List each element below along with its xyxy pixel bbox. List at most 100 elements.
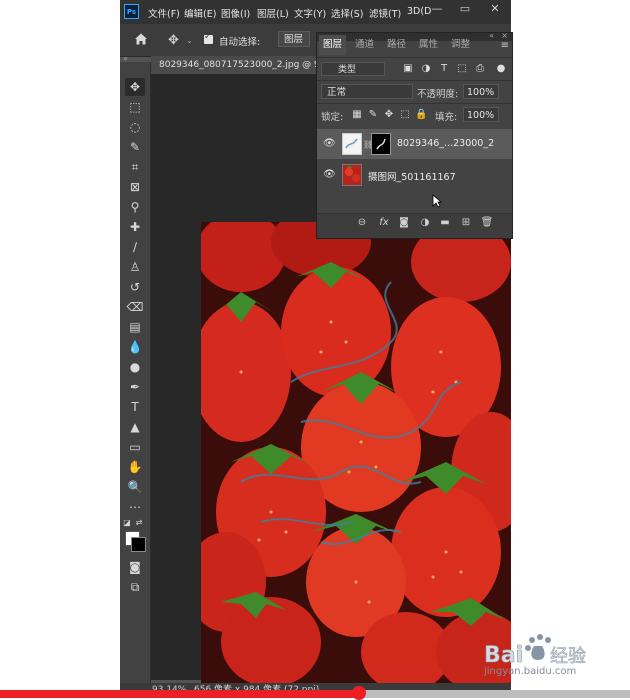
lock-position-icon[interactable]: ✥ — [383, 109, 395, 121]
group-icon[interactable]: ▬ — [438, 217, 452, 228]
type-filter-icon[interactable]: T — [438, 63, 450, 75]
quick-select-icon[interactable]: ✎ — [125, 138, 145, 156]
tab-adjustments[interactable]: 调整 — [451, 35, 470, 55]
gradient-icon[interactable]: ▤ — [125, 318, 145, 336]
history-brush-icon[interactable]: ↺ — [125, 278, 145, 296]
hand-icon[interactable]: ✋ — [125, 458, 145, 476]
layer-thumbnail — [342, 164, 362, 186]
fill-input[interactable]: 100% — [463, 107, 499, 122]
document-tab[interactable]: 8029346_080717523000_2.jpg @ 93 — [151, 56, 319, 74]
filter-row: ⚲ 类型 ▣ ◑ T ⬚ ⎙ ● — [317, 57, 512, 80]
menu-bar: Ps 文件(F) 编辑(E) 图像(I) 图层(L) 文字(Y) 选择(S) 滤… — [120, 0, 511, 24]
move-tool-icon[interactable]: ✥ — [168, 33, 179, 48]
adjustment-icon[interactable]: ◑ — [418, 217, 432, 228]
chevron-down-icon[interactable]: ⌄ — [186, 36, 193, 45]
brush-icon[interactable]: ∕ — [125, 238, 145, 256]
swap-colors-icon[interactable]: ⇄ — [134, 514, 144, 532]
background-color-swatch[interactable] — [131, 537, 146, 552]
fill-label: 填充: — [435, 112, 458, 123]
menu-layer[interactable]: 图层(L) — [257, 6, 289, 20]
lock-label: 锁定: — [321, 112, 344, 123]
pixel-filter-icon[interactable]: ▣ — [402, 63, 414, 75]
lock-row: 锁定: ▦ ✎ ✥ ⬚ 🔒 填充: 100% — [317, 103, 512, 126]
menu-file[interactable]: 文件(F) — [148, 6, 180, 20]
marquee-icon[interactable]: ⬚ — [125, 98, 145, 116]
layer-row[interactable]: 👁 ⛓ 8029346_...23000_2 — [317, 129, 512, 159]
close-panel-icon[interactable]: × — [501, 31, 508, 40]
shape-filter-icon[interactable]: ⬚ — [456, 63, 468, 75]
lock-artboard-icon[interactable]: ⬚ — [399, 109, 411, 121]
layers-footer: ⊖ fx ◙ ◑ ▬ ⊞ 🗑 — [317, 213, 512, 238]
eyedropper-icon[interactable]: ⚲ — [125, 198, 145, 216]
mask-icon[interactable]: ◙ — [397, 217, 411, 228]
menu-filter[interactable]: 滤镜(T) — [369, 6, 401, 20]
menu-type[interactable]: 文字(Y) — [294, 6, 326, 20]
ps-logo: Ps — [124, 4, 139, 19]
crop-icon[interactable]: ⌗ — [125, 158, 145, 176]
path-select-icon[interactable]: ▲ — [125, 418, 145, 436]
layer-name[interactable]: 8029346_...23000_2 — [397, 138, 494, 149]
type-icon[interactable]: T — [125, 398, 145, 416]
tab-paths[interactable]: 路径 — [387, 35, 406, 55]
lock-pixels-icon[interactable]: ✎ — [367, 109, 379, 121]
move-icon[interactable]: ✥ — [125, 78, 145, 96]
quick-mask-icon[interactable]: ◙ — [125, 558, 145, 576]
new-layer-icon[interactable]: ⊞ — [459, 217, 473, 228]
photoshop-window: Ps 文件(F) 编辑(E) 图像(I) 图层(L) 文字(Y) 选择(S) 滤… — [120, 0, 513, 698]
layer-thumbnail — [342, 133, 362, 155]
opacity-input[interactable]: 100% — [463, 84, 499, 99]
tab-layers[interactable]: 图层 — [319, 35, 347, 55]
layer-mask-thumbnail[interactable] — [371, 133, 391, 155]
pen-icon[interactable]: ✒ — [125, 378, 145, 396]
healing-brush-icon[interactable]: ✚ — [125, 218, 145, 236]
layer-row[interactable]: 👁 摄图网_501161167 — [317, 160, 512, 190]
tab-properties[interactable]: 属性 — [419, 35, 438, 55]
minimize-icon[interactable]: — — [423, 0, 451, 18]
collapse-panel-icon[interactable]: « — [489, 31, 494, 40]
panel-menu-icon[interactable]: ≡ — [501, 40, 509, 51]
watermark-url: jingyan.baidu.com — [484, 666, 577, 677]
collapse-icon[interactable]: » — [123, 54, 128, 63]
filter-toggle-icon[interactable]: ● — [495, 63, 507, 75]
auto-select-target-dropdown[interactable]: 图层 — [278, 31, 310, 47]
eye-icon[interactable]: 👁 — [323, 138, 336, 149]
layer-name[interactable]: 摄图网_501161167 — [368, 169, 456, 183]
menu-edit[interactable]: 编辑(E) — [184, 6, 216, 20]
blur-icon[interactable]: 💧 — [125, 338, 145, 356]
filter-kind-dropdown[interactable]: 类型 — [321, 62, 385, 76]
eye-icon[interactable]: 👁 — [323, 169, 336, 180]
trash-icon[interactable]: 🗑 — [480, 217, 494, 228]
layers-panel: « × 图层 通道 路径 属性 调整 ≡ ⚲ 类型 ▣ ◑ T ⬚ ⎙ ● 正常… — [316, 31, 513, 239]
panel-header: « × — [317, 31, 512, 41]
auto-select-label: 自动选择: — [219, 37, 261, 48]
lock-transparency-icon[interactable]: ▦ — [351, 109, 363, 121]
eraser-icon[interactable]: ⌫ — [125, 298, 145, 316]
restore-icon[interactable]: ▭ — [451, 0, 479, 18]
chevron-right-icon[interactable] — [582, 333, 606, 365]
blend-row: 正常 不透明度: 100% — [317, 80, 512, 103]
default-colors-icon[interactable]: ◪ — [122, 514, 132, 532]
svg-text:Bai: Bai — [484, 643, 523, 668]
lock-all-icon[interactable]: 🔒 — [415, 109, 427, 121]
smart-object-filter-icon[interactable]: ⎙ — [474, 63, 486, 75]
adjustment-filter-icon[interactable]: ◑ — [420, 63, 432, 75]
tools-panel: » ✥ ⬚ ◌ ✎ ⌗ ⊠ ⚲ ✚ ∕ ♙ ↺ ⌫ ▤ 💧 ● ✒ T ▲ ▭ … — [120, 54, 151, 698]
mouse-cursor-icon — [432, 194, 442, 208]
screen-mode-icon[interactable]: ⧉ — [125, 578, 145, 596]
lasso-icon[interactable]: ◌ — [125, 118, 145, 136]
dodge-icon[interactable]: ● — [125, 358, 145, 376]
link-icon[interactable]: ⊖ — [355, 217, 369, 228]
frame-icon[interactable]: ⊠ — [125, 178, 145, 196]
auto-select-checkbox[interactable] — [204, 32, 213, 44]
tab-channels[interactable]: 通道 — [355, 35, 374, 55]
close-icon[interactable]: ✕ — [481, 0, 509, 18]
menu-select[interactable]: 选择(S) — [331, 6, 363, 20]
rectangle-icon[interactable]: ▭ — [125, 438, 145, 456]
home-icon[interactable] — [134, 32, 148, 46]
menu-image[interactable]: 图像(I) — [221, 6, 250, 20]
video-progress-bar[interactable] — [0, 686, 630, 700]
blend-mode-dropdown[interactable]: 正常 — [321, 84, 413, 99]
stamp-icon[interactable]: ♙ — [125, 258, 145, 276]
zoom-icon[interactable]: 🔍 — [125, 478, 145, 496]
fx-icon[interactable]: fx — [377, 217, 391, 228]
